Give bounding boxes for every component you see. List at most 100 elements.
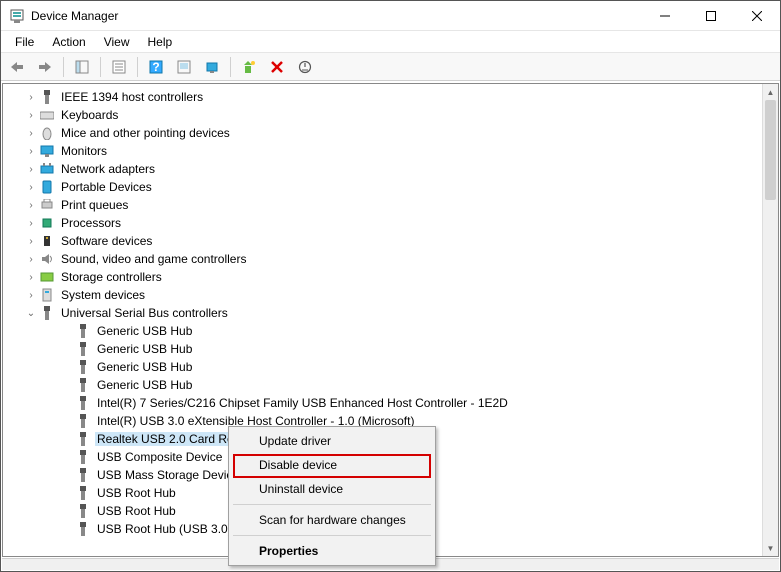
help-button[interactable]: ? bbox=[144, 56, 168, 78]
tree-item-label: Mice and other pointing devices bbox=[59, 126, 232, 140]
expander-icon[interactable]: › bbox=[23, 164, 39, 175]
usb-icon bbox=[39, 305, 55, 321]
category-portable[interactable]: › Portable Devices bbox=[3, 178, 762, 196]
usb-icon bbox=[75, 413, 91, 429]
category-mouse[interactable]: › Mice and other pointing devices bbox=[3, 124, 762, 142]
tree-item-label: USB Root Hub (USB 3.0) bbox=[95, 522, 234, 536]
update-driver-button[interactable] bbox=[237, 56, 261, 78]
context-uninstall-device[interactable]: Uninstall device bbox=[231, 477, 433, 501]
expander-icon[interactable]: › bbox=[23, 146, 39, 157]
window-title: Device Manager bbox=[31, 9, 642, 23]
usb-device-item[interactable]: Intel(R) 7 Series/C216 Chipset Family US… bbox=[3, 394, 762, 412]
usb-device-item[interactable]: Generic USB Hub bbox=[3, 376, 762, 394]
category-storage[interactable]: › Storage controllers bbox=[3, 268, 762, 286]
usb-icon bbox=[75, 485, 91, 501]
usb-icon bbox=[75, 395, 91, 411]
portable-icon bbox=[39, 179, 55, 195]
software-icon bbox=[39, 233, 55, 249]
category-network[interactable]: › Network adapters bbox=[3, 160, 762, 178]
category-system[interactable]: › System devices bbox=[3, 286, 762, 304]
expander-icon[interactable]: › bbox=[23, 236, 39, 247]
usb-icon bbox=[75, 449, 91, 465]
sound-icon bbox=[39, 251, 55, 267]
titlebar: Device Manager bbox=[1, 1, 780, 31]
category-cpu[interactable]: › Processors bbox=[3, 214, 762, 232]
scroll-thumb[interactable] bbox=[765, 100, 776, 200]
expander-icon[interactable]: › bbox=[23, 254, 39, 265]
menu-file[interactable]: File bbox=[7, 33, 42, 51]
tree-item-label: Universal Serial Bus controllers bbox=[59, 306, 230, 320]
context-update-driver[interactable]: Update driver bbox=[231, 429, 433, 453]
menubar: File Action View Help bbox=[1, 31, 780, 53]
category-usb-controllers[interactable]: ⌄ Universal Serial Bus controllers bbox=[3, 304, 762, 322]
storage-icon bbox=[39, 269, 55, 285]
menu-view[interactable]: View bbox=[96, 33, 138, 51]
tree-item-label: IEEE 1394 host controllers bbox=[59, 90, 205, 104]
tree-item-label: Portable Devices bbox=[59, 180, 154, 194]
uninstall-button[interactable] bbox=[265, 56, 289, 78]
tree-item-label: Sound, video and game controllers bbox=[59, 252, 248, 266]
menu-action[interactable]: Action bbox=[44, 33, 93, 51]
properties-button[interactable] bbox=[107, 56, 131, 78]
expander-icon[interactable]: › bbox=[23, 272, 39, 283]
tree-item-label: USB Mass Storage Device bbox=[95, 468, 241, 482]
category-monitor[interactable]: ›Monitors bbox=[3, 142, 762, 160]
keyboard-icon bbox=[39, 107, 55, 123]
usb-device-item[interactable]: Generic USB Hub bbox=[3, 322, 762, 340]
tree-item-label: Storage controllers bbox=[59, 270, 164, 284]
scroll-down-icon[interactable]: ▼ bbox=[763, 540, 778, 556]
enable-button[interactable] bbox=[200, 56, 224, 78]
expander-icon[interactable]: › bbox=[23, 182, 39, 193]
mouse-icon bbox=[39, 125, 55, 141]
expander-icon[interactable]: ⌄ bbox=[23, 308, 39, 319]
category-printer[interactable]: › Print queues bbox=[3, 196, 762, 214]
expander-icon[interactable]: › bbox=[23, 92, 39, 103]
tree-item-label: Generic USB Hub bbox=[95, 324, 194, 338]
svg-text:?: ? bbox=[152, 60, 159, 74]
tree-item-label: USB Root Hub bbox=[95, 504, 178, 518]
usb-icon bbox=[75, 503, 91, 519]
tree-item-label: Processors bbox=[59, 216, 123, 230]
tree-item-label: System devices bbox=[59, 288, 147, 302]
usb-icon bbox=[75, 323, 91, 339]
usb-icon bbox=[39, 89, 55, 105]
minimize-button[interactable] bbox=[642, 1, 688, 31]
category-sound[interactable]: › Sound, video and game controllers bbox=[3, 250, 762, 268]
tree-item-label: USB Composite Device bbox=[95, 450, 224, 464]
show-tree-button[interactable] bbox=[70, 56, 94, 78]
maximize-button[interactable] bbox=[688, 1, 734, 31]
context-disable-device[interactable]: Disable device bbox=[231, 453, 433, 477]
usb-device-item[interactable]: Generic USB Hub bbox=[3, 340, 762, 358]
scan-button[interactable] bbox=[172, 56, 196, 78]
monitor-icon bbox=[39, 143, 55, 159]
category-software[interactable]: ›Software devices bbox=[3, 232, 762, 250]
expander-icon[interactable]: › bbox=[23, 290, 39, 301]
tree-item-label: Keyboards bbox=[59, 108, 120, 122]
category-keyboard[interactable]: › Keyboards bbox=[3, 106, 762, 124]
back-button[interactable] bbox=[5, 56, 29, 78]
app-icon bbox=[9, 8, 25, 24]
usb-device-item[interactable]: Generic USB Hub bbox=[3, 358, 762, 376]
context-separator bbox=[233, 504, 431, 505]
system-icon bbox=[39, 287, 55, 303]
tree-item-label: Intel(R) 7 Series/C216 Chipset Family US… bbox=[95, 396, 510, 410]
context-properties[interactable]: Properties bbox=[231, 539, 433, 563]
expander-icon[interactable]: › bbox=[23, 218, 39, 229]
tree-item-label: Generic USB Hub bbox=[95, 360, 194, 374]
tree-item-label: Print queues bbox=[59, 198, 130, 212]
tree-item-label: Network adapters bbox=[59, 162, 157, 176]
usb-icon bbox=[75, 431, 91, 447]
scroll-up-icon[interactable]: ▲ bbox=[763, 84, 778, 100]
vertical-scrollbar[interactable]: ▲ ▼ bbox=[762, 84, 778, 556]
menu-help[interactable]: Help bbox=[140, 33, 181, 51]
expander-icon[interactable]: › bbox=[23, 110, 39, 121]
expander-icon[interactable]: › bbox=[23, 128, 39, 139]
context-scan-hardware[interactable]: Scan for hardware changes bbox=[231, 508, 433, 532]
usb-icon bbox=[75, 359, 91, 375]
disable-button[interactable] bbox=[293, 56, 317, 78]
usb-icon bbox=[75, 521, 91, 537]
expander-icon[interactable]: › bbox=[23, 200, 39, 211]
category-usb[interactable]: › IEEE 1394 host controllers bbox=[3, 88, 762, 106]
close-button[interactable] bbox=[734, 1, 780, 31]
forward-button[interactable] bbox=[33, 56, 57, 78]
